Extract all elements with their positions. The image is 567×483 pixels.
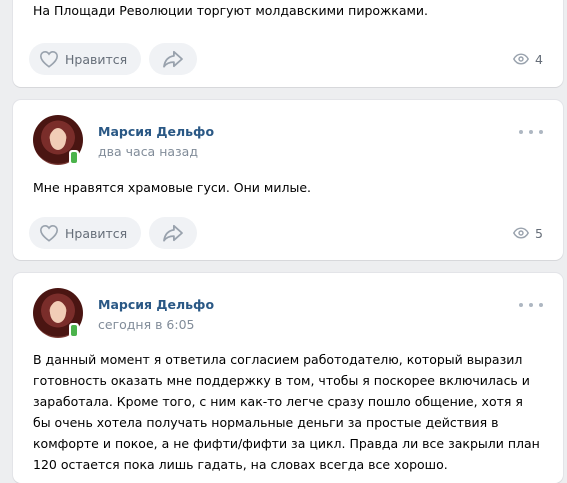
eye-icon: [513, 53, 530, 65]
views-counter: 5: [513, 217, 543, 249]
avatar-face: [50, 301, 66, 323]
share-arrow-icon: [163, 224, 183, 242]
author-name[interactable]: Марсия Дельфо: [98, 297, 214, 312]
heart-outline-icon: [39, 224, 59, 242]
eye-icon: [513, 227, 530, 239]
like-button[interactable]: Нравится: [29, 217, 141, 249]
author-name[interactable]: Марсия Дельфо: [98, 124, 214, 139]
post-time[interactable]: сегодня в 6:05: [98, 317, 195, 332]
views-counter: 4: [513, 43, 543, 75]
post-card: Марсия Дельфо два часа назад Мне нравятс…: [13, 100, 563, 260]
share-arrow-icon: [163, 50, 183, 68]
post-time[interactable]: два часа назад: [98, 144, 198, 159]
post-card: Марсия Дельфо сегодня в 6:05 В данный мо…: [13, 273, 563, 483]
post-text: Мне нравятся храмовые гуси. Они милые.: [33, 180, 311, 195]
like-button[interactable]: Нравится: [29, 43, 141, 75]
post-actions: Нравится 4: [29, 43, 543, 75]
post-header: Марсия Дельфо сегодня в 6:05: [33, 288, 543, 342]
share-button[interactable]: [149, 217, 197, 249]
like-label: Нравится: [65, 51, 128, 67]
post-text: На Площади Революции торгуют молдавскими…: [33, 3, 429, 18]
views-count: 4: [535, 51, 543, 67]
post-card: На Площади Революции торгуют молдавскими…: [13, 0, 563, 87]
post-actions: Нравится 5: [29, 217, 543, 249]
avatar-face: [50, 128, 66, 150]
mobile-online-icon: [69, 150, 79, 165]
post-header: Марсия Дельфо два часа назад: [33, 115, 543, 169]
share-button[interactable]: [149, 43, 197, 75]
more-dots-icon[interactable]: [519, 125, 543, 139]
views-count: 5: [535, 225, 543, 241]
mobile-online-icon: [69, 323, 79, 338]
like-label: Нравится: [65, 225, 128, 241]
heart-outline-icon: [39, 50, 59, 68]
more-dots-icon[interactable]: [519, 298, 543, 312]
post-text: В данный момент я ответила согласием раб…: [33, 352, 540, 472]
